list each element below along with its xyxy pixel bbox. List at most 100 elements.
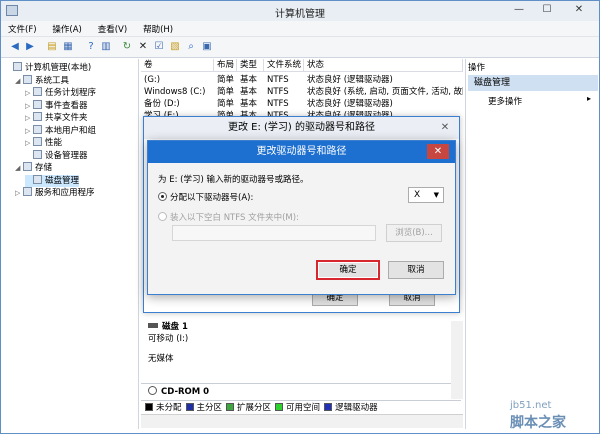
change-drive-letter-inner-dialog: 更改驱动器号和路径 ✕ 为 E: (学习) 输入新的驱动器号或路径。 分配以下驱… bbox=[147, 140, 456, 295]
check-icon[interactable]: ☑ bbox=[153, 41, 165, 53]
tree-item[interactable]: ▷ 服务和应用程序 bbox=[15, 187, 95, 199]
title-bar: 计算机管理 — ☐ ✕ bbox=[1, 1, 599, 21]
legend-label: 逻辑驱动器 bbox=[335, 403, 378, 413]
device-icon bbox=[33, 149, 42, 159]
folder-path-input[interactable] bbox=[172, 225, 376, 241]
tree-item[interactable]: ▷ 事件查看器 bbox=[25, 99, 88, 112]
table-cell[interactable]: NTFS bbox=[264, 86, 304, 98]
vertical-scrollbar[interactable] bbox=[451, 321, 463, 399]
menu-action[interactable]: 操作(A) bbox=[45, 21, 87, 35]
cdrom-row[interactable]: CD-ROM 0 bbox=[141, 383, 463, 399]
expand-arrow-icon[interactable]: ▷ bbox=[15, 187, 23, 199]
users-icon bbox=[33, 124, 42, 134]
tree-item[interactable]: ◢ 系统工具 bbox=[15, 74, 69, 87]
column-header-type[interactable]: 类型 bbox=[237, 59, 264, 72]
mount-folder-option[interactable]: 装入以下空白 NTFS 文件夹中(M): bbox=[158, 211, 299, 223]
menu-file[interactable]: 文件(F) bbox=[1, 21, 43, 35]
up-folder-icon[interactable]: ▤ bbox=[46, 41, 58, 53]
legend-swatch bbox=[145, 403, 153, 411]
settings-icon[interactable]: ▣ bbox=[201, 41, 213, 53]
menu-help[interactable]: 帮助(H) bbox=[136, 21, 179, 35]
storage-icon bbox=[23, 162, 32, 171]
open-folder-icon[interactable]: ▧ bbox=[169, 41, 181, 53]
menu-bar: 文件(F) 操作(A) 查看(V) 帮助(H) bbox=[1, 21, 599, 37]
toolbar: ◀ ▶ ▤ ▦ ? ▥ ↻ ✕ ☑ ▧ ⌕ ▣ bbox=[1, 37, 599, 58]
drive-letter-select[interactable]: X ▼ bbox=[408, 187, 444, 203]
disk-1-media: 无媒体 bbox=[148, 354, 174, 364]
horizontal-scrollbar[interactable] bbox=[141, 414, 463, 428]
tree-item-label: 本地用户和组 bbox=[45, 125, 97, 136]
navigation-tree: 计算机管理(本地) ◢ 系统工具 ▷ 任务计划程序 ▷ 事件查看器 ▷ 共享文件夹 ▷ 本地用户和组… bbox=[3, 59, 139, 429]
performance-icon bbox=[33, 137, 42, 146]
table-cell[interactable]: 状态良好 (逻辑驱动器) bbox=[304, 74, 463, 86]
tree-item-label: 事件查看器 bbox=[45, 100, 88, 111]
table-cell[interactable]: 基本 bbox=[237, 86, 264, 98]
table-cell[interactable]: (G:) bbox=[141, 74, 214, 86]
tree-item[interactable]: ▷ 共享文件夹 bbox=[25, 112, 88, 124]
radio-checked-icon[interactable] bbox=[158, 192, 167, 201]
table-cell[interactable]: NTFS bbox=[264, 98, 304, 110]
expand-arrow-icon[interactable]: ▷ bbox=[25, 87, 33, 99]
actions-disk-management[interactable]: 磁盘管理 bbox=[468, 75, 598, 91]
table-cell[interactable]: 简单 bbox=[214, 86, 237, 98]
column-header-volume[interactable]: 卷 bbox=[141, 59, 214, 72]
table-cell[interactable]: 备份 (D:) bbox=[141, 98, 214, 110]
expand-arrow-icon[interactable]: ▷ bbox=[25, 100, 33, 112]
forward-icon[interactable]: ▶ bbox=[24, 41, 36, 53]
browse-button[interactable]: 浏览(B)... bbox=[386, 224, 442, 242]
table-cell[interactable]: 简单 bbox=[214, 98, 237, 110]
chevron-down-icon: ▼ bbox=[433, 191, 439, 199]
expand-arrow-icon[interactable]: ◢ bbox=[15, 162, 23, 174]
tree-item[interactable]: ◢ 存储 bbox=[15, 162, 52, 174]
cancel-button[interactable]: 取消 bbox=[388, 261, 444, 279]
tree-item[interactable]: ▷ 性能 bbox=[25, 137, 62, 149]
delete-icon[interactable]: ✕ bbox=[137, 41, 149, 53]
partition-legend: 未分配 主分区 扩展分区 可用空间 逻辑驱动器 bbox=[141, 400, 461, 414]
actions-pane: 操作 磁盘管理 更多操作 ▸ bbox=[465, 59, 599, 429]
assign-letter-option[interactable]: 分配以下驱动器号(A): bbox=[158, 191, 253, 203]
minimize-button[interactable]: — bbox=[505, 1, 533, 19]
column-header-filesystem[interactable]: 文件系统 bbox=[264, 59, 304, 72]
disk-graphical-view: 磁盘 1 可移动 (I:) 无媒体 CD-ROM 0 bbox=[141, 299, 463, 415]
expand-arrow-icon[interactable]: ▷ bbox=[25, 125, 33, 137]
legend-label: 未分配 bbox=[156, 403, 182, 413]
tree-item[interactable]: ▷ 任务计划程序 bbox=[25, 87, 96, 99]
table-cell[interactable]: 基本 bbox=[237, 98, 264, 110]
back-icon[interactable]: ◀ bbox=[9, 41, 21, 53]
table-cell[interactable]: Windows8 (C:) bbox=[141, 86, 214, 98]
table-cell[interactable]: 简单 bbox=[214, 74, 237, 86]
tree-item-label: 服务和应用程序 bbox=[35, 188, 95, 198]
tree-item[interactable]: 计算机管理(本地) bbox=[5, 62, 91, 74]
table-cell[interactable]: 基本 bbox=[237, 74, 264, 86]
legend-label: 主分区 bbox=[196, 403, 223, 413]
table-cell[interactable]: 状态良好 (系统, 启动, 页面文件, 活动, 故障 bbox=[304, 86, 463, 98]
log-icon bbox=[33, 99, 42, 109]
ok-button[interactable]: 确定 bbox=[316, 260, 380, 280]
table-cell[interactable]: NTFS bbox=[264, 74, 304, 86]
refresh-icon[interactable]: ↻ bbox=[121, 41, 133, 53]
tree-item[interactable]: 磁盘管理 bbox=[25, 174, 80, 187]
expand-arrow-icon[interactable]: ▷ bbox=[25, 137, 33, 149]
radio-unchecked-icon[interactable] bbox=[158, 212, 167, 221]
show-tree-icon[interactable]: ▦ bbox=[62, 41, 74, 53]
column-header-status[interactable]: 状态 bbox=[304, 59, 463, 72]
disk-1-type: 可移动 (I:) bbox=[148, 334, 189, 344]
properties-icon[interactable]: ▥ bbox=[100, 41, 112, 53]
disk-1-row[interactable]: 磁盘 1 可移动 (I:) 无媒体 bbox=[141, 319, 463, 379]
more-actions-link[interactable]: 更多操作 bbox=[488, 95, 522, 107]
tree-item-label: 设备管理器 bbox=[45, 150, 88, 161]
menu-view[interactable]: 查看(V) bbox=[91, 21, 133, 35]
help-icon[interactable]: ? bbox=[85, 41, 97, 53]
inner-dialog-close-button[interactable]: ✕ bbox=[427, 144, 449, 159]
dialog-close-button[interactable]: ✕ bbox=[435, 120, 455, 136]
column-header-layout[interactable]: 布局 bbox=[214, 59, 237, 72]
search-icon[interactable]: ⌕ bbox=[185, 41, 197, 53]
maximize-button[interactable]: ☐ bbox=[533, 1, 561, 19]
tree-item[interactable]: 设备管理器 bbox=[25, 149, 88, 162]
tree-item[interactable]: ▷ 本地用户和组 bbox=[25, 124, 97, 137]
close-button[interactable]: ✕ bbox=[559, 1, 599, 19]
expand-arrow-icon[interactable]: ◢ bbox=[15, 75, 23, 87]
table-cell[interactable]: 状态良好 (逻辑驱动器) bbox=[304, 98, 463, 110]
expand-arrow-icon[interactable]: ▷ bbox=[25, 112, 33, 124]
legend-label: 可用空间 bbox=[286, 403, 321, 413]
